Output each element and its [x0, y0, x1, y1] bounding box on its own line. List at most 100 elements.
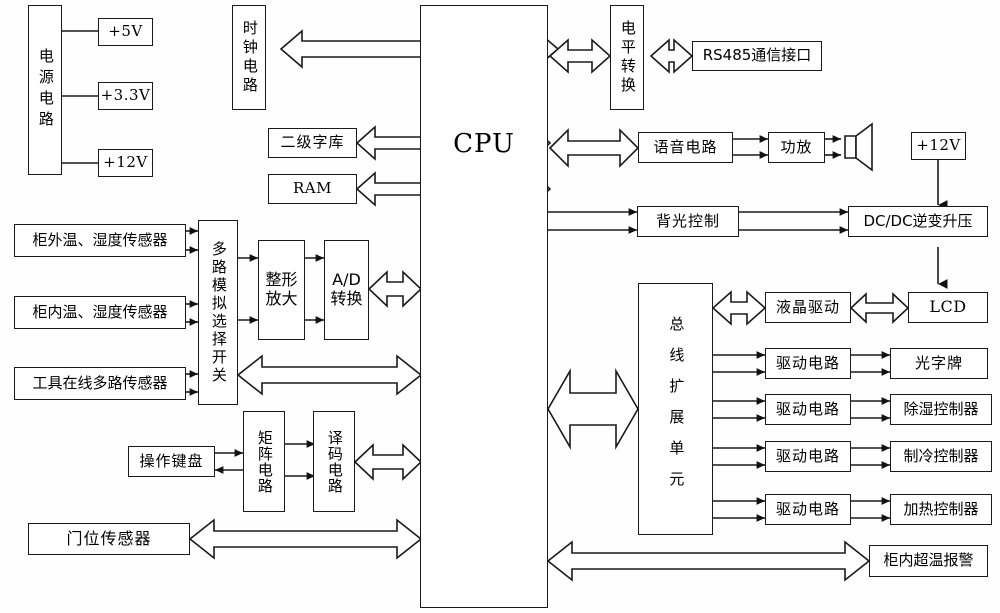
driver-circuit-4-label: 驱动电路: [775, 499, 840, 518]
door-sensor-label: 门位传感器: [66, 528, 152, 548]
driver-circuit-2-block[interactable]: 驱动电路: [765, 394, 851, 425]
rail-12v-lcd-label: +12V: [916, 136, 961, 155]
sensor-tool-block[interactable]: 工具在线多路传感器: [14, 367, 186, 400]
conn-backlight-dcdc: [739, 208, 849, 234]
dehumid-controller-label: 除湿控制器: [903, 399, 979, 418]
annunciator-block[interactable]: 光字牌: [890, 348, 988, 379]
heating-controller-label: 加热控制器: [903, 499, 979, 518]
conn-levelshift-rs485: [649, 38, 694, 74]
conn-bus-driver2: [713, 397, 766, 422]
decode-circuit-label: 译码电路: [325, 429, 344, 494]
heating-controller-block[interactable]: 加热控制器: [890, 494, 992, 525]
lcd-label: LCD: [929, 297, 967, 317]
rail-5v-block[interactable]: +5V: [98, 18, 153, 46]
conn-driver3-cooling: [851, 444, 891, 469]
cooling-controller-label: 制冷控制器: [903, 446, 979, 465]
conn-cpu-voice: [548, 128, 640, 168]
conn-cpu-levelshift: [548, 38, 612, 74]
ad-converter-block[interactable]: A/D转换: [324, 240, 369, 340]
power-amp-label: 功放: [780, 137, 813, 156]
conn-keyboard-matrix: [214, 449, 244, 474]
lcd-block[interactable]: LCD: [908, 292, 988, 323]
bus-expansion-label: 总线扩展单元: [667, 316, 686, 502]
conn-bus-driver3: [713, 444, 766, 469]
conn-cpu-overtemp: [546, 540, 871, 582]
driver-circuit-3-block[interactable]: 驱动电路: [765, 441, 851, 472]
dehumid-controller-block[interactable]: 除湿控制器: [890, 394, 992, 425]
conn-amp-speaker: [825, 135, 842, 159]
conn-ad-cpu: [367, 270, 423, 308]
keyboard-block[interactable]: 操作键盘: [128, 446, 215, 477]
conn-bus-lcddriver: [711, 290, 767, 326]
shaping-amp-block[interactable]: 整形放大: [258, 240, 305, 340]
matrix-circuit-label: 矩阵电路: [255, 429, 274, 494]
ad-converter-label: A/D转换: [330, 270, 363, 308]
backlight-control-block[interactable]: 背光控制: [637, 206, 739, 237]
driver-circuit-1-block[interactable]: 驱动电路: [765, 348, 851, 379]
sensor-tool-label: 工具在线多路传感器: [32, 373, 168, 392]
dcdc-boost-block[interactable]: DC/DC逆变升压: [848, 206, 988, 237]
rail-5v-label: +5V: [108, 22, 143, 41]
conn-driver1-annunciator: [851, 351, 891, 376]
backlight-control-label: 背光控制: [655, 211, 720, 230]
rs485-interface-label: RS485通信接口: [702, 46, 812, 65]
conn-cpu-backlight: [548, 208, 638, 234]
conn-cpu-bus: [547, 368, 639, 450]
driver-circuit-3-label: 驱动电路: [775, 446, 840, 465]
annunciator-label: 光字牌: [914, 353, 963, 372]
door-sensor-block[interactable]: 门位传感器: [28, 523, 190, 555]
bus-expansion-block[interactable]: 总线扩展单元: [638, 283, 713, 535]
decode-circuit-block[interactable]: 译码电路: [313, 411, 355, 512]
conn-lcddriver-lcd: [849, 292, 910, 324]
rail-3v3-block[interactable]: +3.3V: [98, 82, 153, 110]
font-library-label: 二级字库: [280, 133, 345, 152]
conn-driver2-dehumid: [851, 397, 891, 422]
lcd-driver-block[interactable]: 液晶驱动: [765, 292, 851, 323]
rail-12v-block[interactable]: +12V: [98, 149, 153, 177]
rs485-interface-block[interactable]: RS485通信接口: [692, 41, 822, 71]
level-shift-block[interactable]: 电平转换: [610, 5, 644, 110]
voice-circuit-label: 语音电路: [653, 137, 718, 156]
lcd-driver-label: 液晶驱动: [775, 297, 840, 316]
driver-circuit-2-label: 驱动电路: [775, 399, 840, 418]
matrix-circuit-block[interactable]: 矩阵电路: [243, 411, 285, 512]
conn-voice-amp: [733, 135, 769, 159]
driver-circuit-1-label: 驱动电路: [775, 353, 840, 372]
clock-circuit-label: 时钟电路: [240, 19, 259, 96]
conn-mux-cpu: [236, 354, 423, 396]
power-supply-block[interactable]: 电源电路: [28, 5, 62, 175]
ram-block[interactable]: RAM: [268, 174, 357, 204]
rail-3v3-label: +3.3V: [100, 86, 151, 105]
conn-power-rails: [62, 30, 98, 164]
sensor-outside-label: 柜外温、湿度传感器: [32, 230, 168, 249]
conn-door-cpu: [188, 518, 423, 560]
voice-circuit-block[interactable]: 语音电路: [638, 132, 733, 163]
cpu-label: CPU: [453, 129, 515, 159]
conn-driver4-heating: [851, 497, 891, 522]
sensor-inside-label: 柜内温、湿度传感器: [32, 302, 168, 321]
conn-matrix-decode: [285, 440, 316, 480]
analog-mux-block[interactable]: 多路模拟选择开关: [198, 220, 238, 405]
driver-circuit-4-block[interactable]: 驱动电路: [765, 494, 851, 525]
conn-sensor-tool-mux: [186, 370, 199, 396]
overtemp-alarm-block[interactable]: 柜内超温报警: [869, 545, 988, 577]
clock-circuit-block[interactable]: 时钟电路: [232, 5, 266, 110]
conn-mux-shaping: [238, 254, 259, 324]
rail-12v-lcd-block[interactable]: +12V: [911, 132, 966, 160]
ram-label: RAM: [293, 179, 332, 198]
sensor-outside-block[interactable]: 柜外温、湿度传感器: [14, 224, 186, 257]
level-shift-label: 电平转换: [618, 19, 637, 96]
conn-sensor-in-mux: [186, 300, 199, 326]
power-amp-block[interactable]: 功放: [768, 132, 825, 163]
font-library-block[interactable]: 二级字库: [268, 128, 357, 158]
cooling-controller-block[interactable]: 制冷控制器: [890, 441, 992, 472]
overtemp-alarm-label: 柜内超温报警: [883, 551, 974, 570]
speaker-icon-hitbox: [845, 124, 875, 172]
shaping-amp-label: 整形放大: [265, 270, 298, 308]
sensor-inside-block[interactable]: 柜内温、湿度传感器: [14, 296, 186, 329]
conn-shaping-ad: [305, 254, 325, 324]
dcdc-boost-label: DC/DC逆变升压: [863, 211, 973, 230]
conn-decode-cpu: [353, 443, 423, 481]
block-diagram-canvas: 电源电路 +5V +3.3V +12V 时钟电路 二级字库 RAM CPU 电平…: [0, 0, 1000, 613]
cpu-block[interactable]: CPU: [420, 5, 548, 608]
